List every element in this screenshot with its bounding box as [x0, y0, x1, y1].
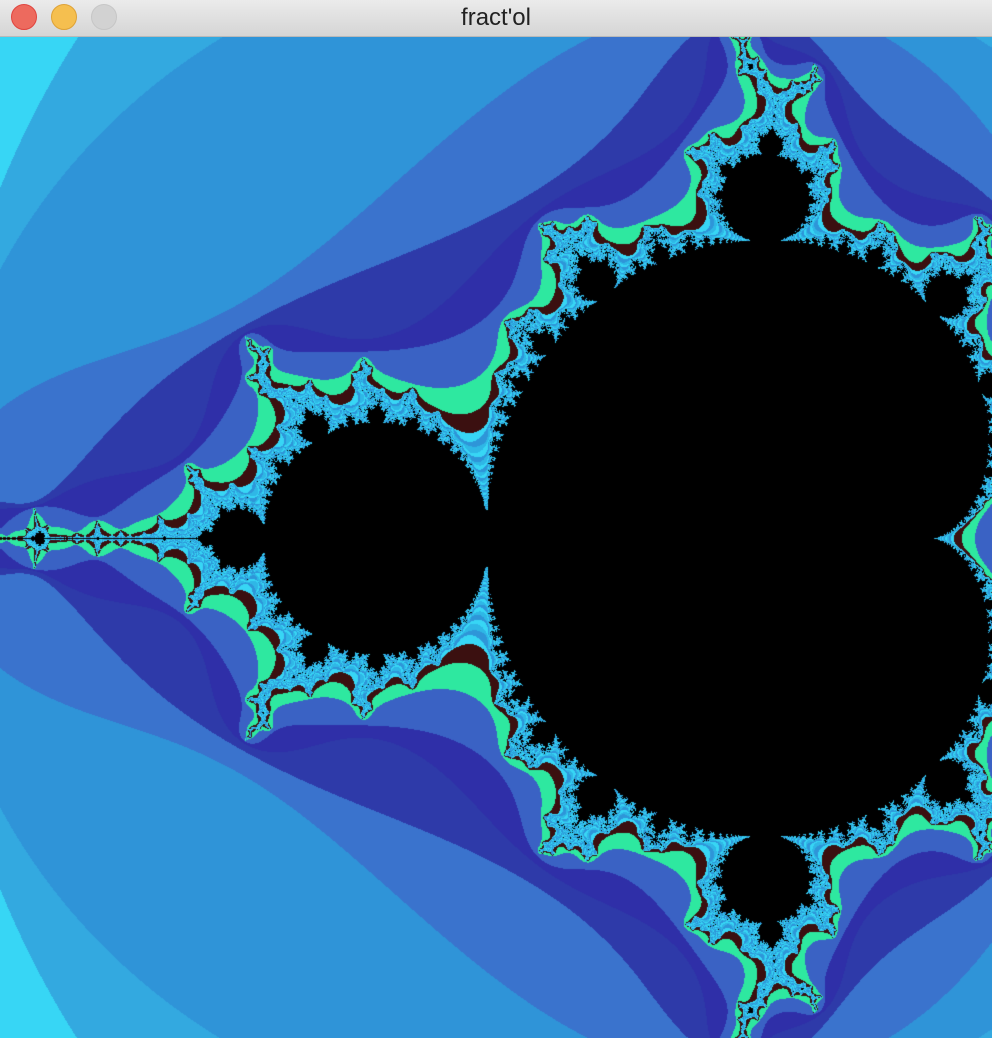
title-bar[interactable]: fract'ol: [0, 0, 992, 37]
window-title: fract'ol: [461, 4, 531, 31]
mandelbrot-canvas[interactable]: [0, 37, 992, 1038]
app-window: fract'ol: [0, 0, 992, 1038]
